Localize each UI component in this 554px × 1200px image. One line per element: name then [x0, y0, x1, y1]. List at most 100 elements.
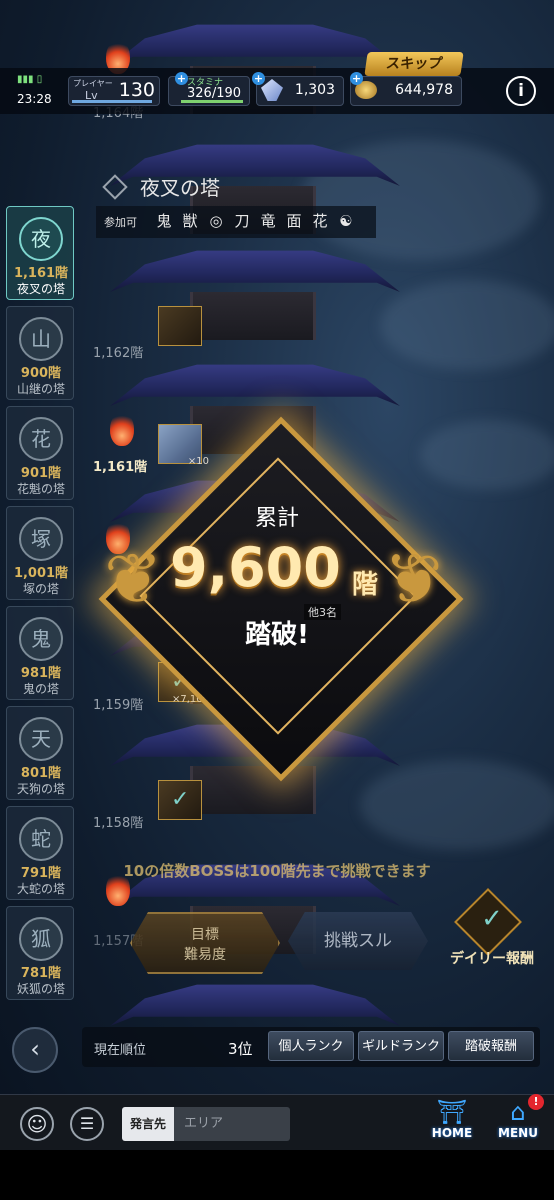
tower-icon: 狐 [19, 917, 63, 961]
check-icon: ✓ [481, 904, 503, 934]
torii-icon: ⛩ [436, 1098, 468, 1126]
flame-icon [110, 412, 134, 446]
check-icon: ✓ [171, 787, 190, 812]
home-label: HOME [431, 1126, 473, 1140]
coin-box[interactable]: 644,978 [350, 76, 462, 106]
stamina-value: 326/190 [187, 86, 242, 101]
daily-reward-label: デイリー報酬 [450, 951, 534, 967]
target-line2: 難易度 [184, 947, 226, 963]
tab-name: 花魁の塔 [16, 482, 65, 496]
chat-area-input[interactable]: エリア [174, 1107, 290, 1141]
attribute-icon: 鬼 [156, 212, 172, 230]
tab-floor: 901階 [20, 466, 62, 481]
laurel-left-icon: ❦ [104, 538, 163, 620]
gem-count: 1,303 [294, 82, 335, 98]
reward-item[interactable]: ×10 [158, 424, 209, 467]
emoji-icon[interactable]: ☺ [20, 1107, 54, 1141]
tab-name: 塚の塔 [22, 582, 59, 596]
tab-name: 妖狐の塔 [16, 982, 65, 996]
tower-floor [190, 766, 316, 814]
reward-item-claimed[interactable]: ✓ [158, 780, 202, 820]
speaker-label[interactable]: 発言先 [122, 1107, 174, 1141]
back-button[interactable]: ‹ [12, 1027, 58, 1073]
item-count: ×10 [187, 456, 209, 467]
add-gem-button[interactable]: + [252, 72, 265, 85]
attribute-icon: 獣 [182, 212, 198, 230]
attribute-icon: 竜 [260, 212, 276, 230]
attribute-icon: 刀 [234, 212, 250, 230]
floor-label: 1,162階 [93, 346, 144, 361]
add-stamina-button[interactable]: + [175, 72, 188, 85]
achievement-unit: 階 [352, 570, 379, 600]
current-rank-label: 現在順位 [94, 1043, 147, 1058]
exp-bar [72, 100, 152, 103]
attribute-icon: ☯ [339, 212, 353, 230]
challenge-button[interactable]: 挑戦スル [288, 912, 428, 970]
tower-tab-oiran[interactable]: 花 901階 花魁の塔 [6, 406, 74, 500]
boss-note: 10の倍数BOSSは100階先まで挑戦できます [123, 862, 431, 880]
stamina-bar [181, 100, 243, 103]
tower-roof [110, 364, 400, 406]
tower-tab-tengu[interactable]: 天 801階 天狗の塔 [6, 706, 74, 800]
tower-tab-sankei[interactable]: 山 900階 山継の塔 [6, 306, 74, 400]
tab-name: 山継の塔 [16, 382, 65, 396]
screen-bottom-border [0, 1150, 554, 1200]
attribute-icon: 花 [312, 212, 328, 230]
participation-bar: 参加可 鬼 獣 ◎ 刀 竜 面 花 ☯ [96, 206, 376, 238]
tab-name: 大蛇の塔 [16, 882, 65, 896]
daily-reward-button[interactable]: ✓ デイリー報酬 [440, 888, 544, 976]
tower-roof [110, 24, 400, 66]
tower-title: 夜叉の塔 [140, 176, 220, 200]
target-line1: 目標 [191, 927, 219, 943]
tower-tab-yasha[interactable]: 夜 1,161階 夜叉の塔 [6, 206, 74, 300]
chat-icon[interactable]: ☰ [70, 1107, 104, 1141]
status-time: 23:28 [17, 92, 52, 106]
battery-indicator: ▮▮▮ ▯ [17, 74, 43, 85]
participation-label: 参加可 [104, 216, 137, 229]
info-icon[interactable]: i [506, 76, 536, 106]
player-level: 130 [118, 79, 155, 101]
achievement-number: 9,600 [170, 536, 341, 599]
reward-item[interactable] [158, 306, 202, 346]
home-button[interactable]: ⛩ HOME [424, 1098, 480, 1146]
tower-roof [110, 250, 400, 292]
tab-floor: 900階 [20, 366, 62, 381]
player-label: プレイヤー [73, 79, 113, 88]
tower-icon: 天 [19, 717, 63, 761]
tower-tab-yoko[interactable]: 狐 781階 妖狐の塔 [6, 906, 74, 1000]
tower-icon: 山 [19, 317, 63, 361]
tower-floor [190, 292, 316, 340]
others-count: 他3名 [304, 604, 341, 620]
floor-label: 1,158階 [93, 816, 144, 831]
cloud [420, 420, 554, 490]
skip-button[interactable]: スキップ [364, 52, 464, 76]
tab-floor: 981階 [20, 666, 62, 681]
target-difficulty-button[interactable]: 目標 難易度 [130, 912, 280, 974]
floor-label-current: 1,161階 [93, 460, 148, 475]
guild-rank-button[interactable]: ギルドランク [358, 1031, 444, 1061]
tower-icon: 花 [19, 417, 63, 461]
ranking-bar: 現在順位 3位 個人ランク ギルドランク 踏破報酬 [82, 1027, 540, 1067]
tower-tab-orochi[interactable]: 蛇 791階 大蛇の塔 [6, 806, 74, 900]
tab-floor: 781階 [20, 966, 62, 981]
attribute-icon: 面 [286, 212, 302, 230]
add-coin-button[interactable]: + [350, 72, 363, 85]
tab-floor: 1,001階 [13, 566, 69, 581]
tab-name: 夜叉の塔 [16, 282, 65, 296]
achievement-text: 踏破! [245, 620, 309, 650]
laurel-right-icon: ❦ [384, 538, 443, 620]
floor-label: 1,159階 [93, 698, 144, 713]
personal-rank-button[interactable]: 個人ランク [268, 1031, 354, 1061]
tab-floor: 1,161階 [13, 266, 69, 281]
attribute-icon: ◎ [209, 212, 223, 230]
clear-reward-button[interactable]: 踏破報酬 [448, 1031, 534, 1061]
player-level-box[interactable]: プレイヤー Lv 130 [68, 76, 160, 106]
tower-icon: 夜 [19, 217, 63, 261]
gem-box[interactable]: 1,303 [256, 76, 344, 106]
gem-icon [261, 79, 283, 101]
tower-icon: 蛇 [19, 817, 63, 861]
tab-name: 天狗の塔 [16, 782, 65, 796]
tab-floor: 801階 [20, 766, 62, 781]
tower-roof [110, 984, 400, 1026]
notification-badge: ! [528, 1094, 544, 1110]
